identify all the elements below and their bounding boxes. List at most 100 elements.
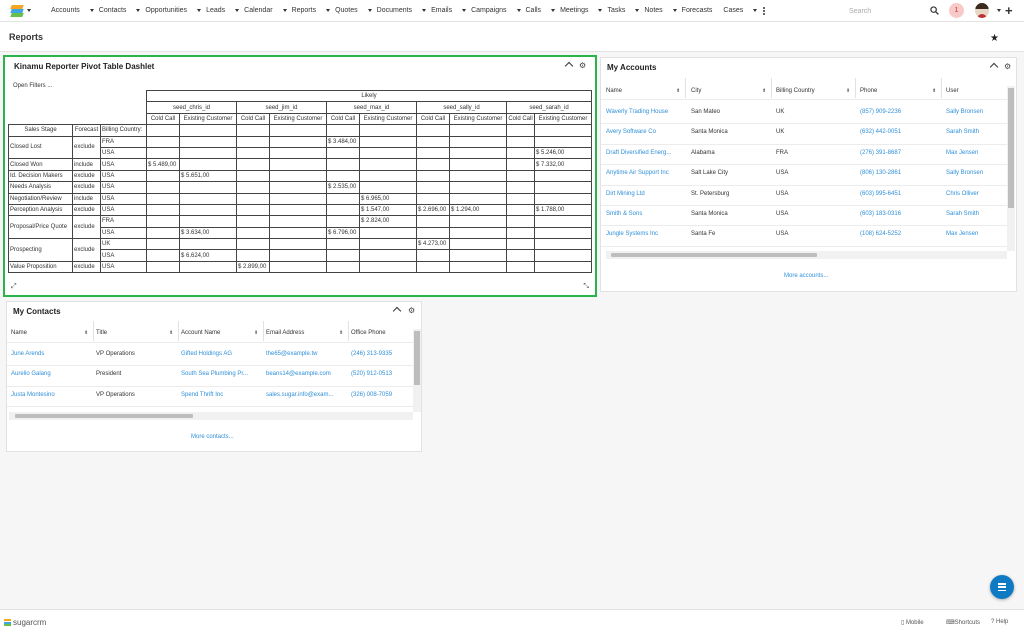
- nav-item-accounts[interactable]: Accounts: [46, 0, 86, 22]
- column-header-name[interactable]: Name: [11, 330, 27, 336]
- nav-item-forecasts[interactable]: Forecasts: [677, 0, 719, 22]
- contacts-cell[interactable]: Spend Thrift Inc: [181, 392, 223, 398]
- notifications-badge[interactable]: 1: [949, 3, 964, 18]
- column-header-user[interactable]: User: [946, 88, 959, 94]
- nav-item-reports[interactable]: Reports: [287, 0, 323, 22]
- accounts-cell[interactable]: Sally Bronsen: [946, 109, 983, 115]
- column-header-title[interactable]: Title: [96, 330, 107, 336]
- contacts-cell[interactable]: June Arends: [11, 351, 44, 357]
- nav-item-notes[interactable]: Notes: [639, 0, 668, 22]
- sort-icon[interactable]: ⬍: [84, 330, 88, 336]
- accounts-cell[interactable]: Jungle Systems Inc: [606, 231, 658, 237]
- nav-item-tasks[interactable]: Tasks: [602, 0, 631, 22]
- nav-item-emails[interactable]: Emails: [426, 0, 458, 22]
- accounts-cell[interactable]: Sarah Smith: [946, 129, 979, 135]
- sort-icon[interactable]: ⬍: [846, 88, 850, 94]
- accounts-cell[interactable]: Max Jensen: [946, 231, 978, 237]
- accounts-cell[interactable]: (276) 391-8687: [860, 150, 901, 156]
- contacts-cell[interactable]: sales.sugar.info@exam...: [266, 392, 333, 398]
- sort-icon[interactable]: ⬍: [339, 330, 343, 336]
- nav-item-contacts[interactable]: Contacts: [94, 0, 133, 22]
- accounts-cell[interactable]: Max Jensen: [946, 150, 978, 156]
- contacts-cell[interactable]: Justa Montesino: [11, 392, 55, 398]
- nav-item-opportunities[interactable]: Opportunities: [140, 0, 193, 22]
- pivot-row-header: Billing Country:: [100, 124, 147, 137]
- contacts-cell[interactable]: South Sea Plumbing Pr...: [181, 371, 248, 377]
- chevron-down-icon[interactable]: [753, 9, 758, 12]
- sort-icon[interactable]: ⬍: [169, 330, 173, 336]
- vertical-scrollbar[interactable]: [413, 329, 421, 412]
- favorite-star-icon[interactable]: ★: [990, 33, 999, 44]
- pivot-value-cell: [449, 249, 507, 262]
- accounts-cell[interactable]: Draft Diversified Energ...: [606, 150, 671, 156]
- contacts-cell[interactable]: (520) 912-0513: [351, 371, 392, 377]
- pivot-value-cell: [534, 181, 592, 194]
- contacts-cell[interactable]: beans14@example.com: [266, 371, 331, 377]
- accounts-cell[interactable]: Avery Software Co: [606, 129, 656, 135]
- column-header-phone[interactable]: Phone: [860, 88, 877, 94]
- nav-item-meetings[interactable]: Meetings: [555, 0, 594, 22]
- accounts-cell[interactable]: Dirt Mining Ltd: [606, 191, 645, 197]
- pivot-stage-cell: Closed Lost: [8, 135, 73, 160]
- quick-create-plus-icon[interactable]: +: [1005, 4, 1013, 17]
- accounts-cell[interactable]: (603) 995-6451: [860, 191, 901, 197]
- accounts-cell[interactable]: Sarah Smith: [946, 211, 979, 217]
- more-contacts-link[interactable]: More contacts...: [191, 434, 234, 440]
- nav-item-quotes[interactable]: Quotes: [330, 0, 364, 22]
- accounts-cell[interactable]: (603) 183-0316: [860, 211, 901, 217]
- horizontal-scrollbar[interactable]: [9, 412, 413, 420]
- contacts-cell[interactable]: (326) 008-7059: [351, 392, 392, 398]
- column-header-email-address[interactable]: Email Address: [266, 330, 304, 336]
- gear-icon[interactable]: ⚙: [1004, 63, 1012, 71]
- column-header-city[interactable]: City: [691, 88, 701, 94]
- contacts-cell[interactable]: Gifted Holdings AG: [181, 351, 232, 357]
- accounts-cell[interactable]: (857) 909-2236: [860, 109, 901, 115]
- resize-handle-icon[interactable]: ⤡: [583, 283, 589, 291]
- sort-icon[interactable]: ⬍: [762, 88, 766, 94]
- accounts-cell[interactable]: Waverly Trading House: [606, 109, 668, 115]
- contacts-cell: VP Operations: [96, 351, 135, 357]
- vertical-scrollbar[interactable]: [1007, 86, 1015, 251]
- sort-icon[interactable]: ⬍: [676, 88, 680, 94]
- mobile-link[interactable]: ▯ Mobile: [901, 619, 924, 626]
- accounts-cell[interactable]: (806) 130-2861: [860, 170, 901, 176]
- chevron-down-icon[interactable]: [997, 9, 1001, 12]
- app-logo-menu[interactable]: [0, 0, 46, 22]
- global-search-input[interactable]: Search: [840, 3, 944, 19]
- pivot-value-cell: [416, 260, 450, 274]
- accounts-cell[interactable]: Smith & Sons: [606, 211, 642, 217]
- shortcuts-link[interactable]: ⌨Shortcuts: [946, 619, 980, 626]
- nav-item-documents[interactable]: Documents: [372, 0, 418, 22]
- column-header-name[interactable]: Name: [606, 88, 622, 94]
- contacts-cell[interactable]: (246) 313-9335: [351, 351, 392, 357]
- accounts-cell[interactable]: (108) 624-5252: [860, 231, 901, 237]
- sort-icon[interactable]: ⬍: [932, 88, 936, 94]
- user-avatar[interactable]: [975, 3, 989, 18]
- contacts-cell[interactable]: the65@example.tw: [266, 351, 317, 357]
- more-accounts-link[interactable]: More accounts...: [784, 273, 828, 279]
- accounts-cell[interactable]: (632) 442-0051: [860, 129, 901, 135]
- nav-item-calendar[interactable]: Calendar: [239, 0, 278, 22]
- accounts-cell[interactable]: Sally Bronsen: [946, 170, 983, 176]
- nav-item-calls[interactable]: Calls: [521, 0, 548, 22]
- help-link[interactable]: ? Help: [991, 619, 1008, 625]
- nav-item-campaigns[interactable]: Campaigns: [466, 0, 512, 22]
- more-modules-icon[interactable]: [763, 6, 766, 15]
- search-icon[interactable]: [930, 6, 939, 15]
- column-header-office-phone[interactable]: Office Phone: [351, 330, 386, 336]
- gear-icon[interactable]: ⚙: [579, 62, 587, 70]
- accounts-cell[interactable]: Anytime Air Support Inc: [606, 170, 669, 176]
- contacts-cell[interactable]: Aurelio Galang: [11, 371, 51, 377]
- column-header-account-name[interactable]: Account Name: [181, 330, 220, 336]
- pivot-value-cell: [179, 215, 237, 228]
- gear-icon[interactable]: ⚙: [408, 307, 416, 315]
- column-header-billing-country[interactable]: Billing Country: [776, 88, 815, 94]
- expand-icon[interactable]: ⤢: [11, 283, 17, 291]
- accounts-cell[interactable]: Chris Olliver: [946, 191, 979, 197]
- quick-menu-button[interactable]: [990, 575, 1014, 599]
- nav-item-leads[interactable]: Leads: [201, 0, 231, 22]
- open-filters-link[interactable]: Open Filters ...: [13, 83, 52, 89]
- sort-icon[interactable]: ⬍: [254, 330, 258, 336]
- nav-item-cases[interactable]: Cases: [718, 0, 749, 22]
- horizontal-scrollbar[interactable]: [606, 251, 1007, 259]
